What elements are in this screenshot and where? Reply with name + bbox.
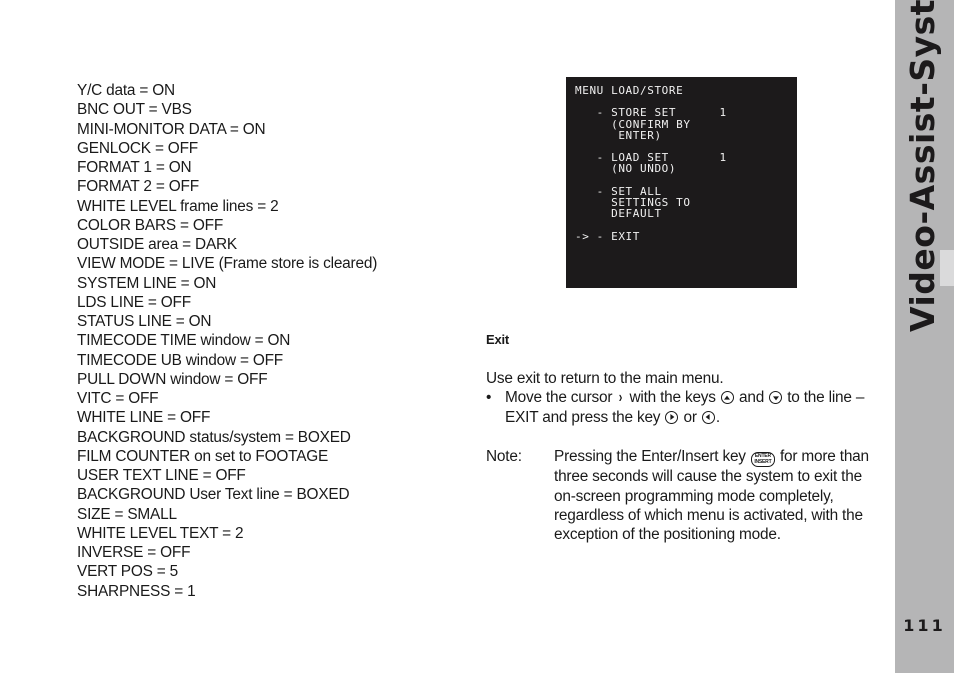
step-text-2: with the keys bbox=[629, 389, 716, 407]
settings-list-item: WHITE LEVEL TEXT = 2 bbox=[77, 524, 244, 542]
osd-menu-screen: MENU LOAD/STORE - STORE SET 1 (CONFIRM B… bbox=[566, 77, 797, 288]
settings-list-item: STATUS LINE = ON bbox=[77, 313, 212, 330]
settings-list-item: LDS LINE = OFF bbox=[77, 293, 191, 311]
settings-list-item: WHITE LINE = OFF bbox=[77, 409, 211, 427]
settings-list-item: OUTSIDE area = DARK bbox=[77, 236, 237, 253]
intro-text: Use exit to return to the main menu. bbox=[486, 370, 724, 387]
settings-list-item: SIZE = SMALL bbox=[77, 505, 177, 523]
chapter-title-text: Video-Assist-System bbox=[903, 0, 942, 332]
note-text: Pressing the Enter/Insert key ENTER INSER… bbox=[554, 447, 884, 545]
settings-list-item: MINI-MONITOR DATA = ON bbox=[77, 120, 266, 138]
note-text-1: Pressing the Enter/Insert key bbox=[554, 447, 746, 465]
settings-list-item: SYSTEM LINE = ON bbox=[77, 274, 217, 292]
settings-list-item: FILM COUNTER on set to FOOTAGE bbox=[77, 447, 329, 465]
settings-list-item: TIMECODE UB window = OFF bbox=[77, 351, 284, 369]
step-text-5: or bbox=[683, 408, 697, 426]
settings-list-item: INVERSE = OFF bbox=[77, 544, 191, 561]
settings-list: Y/C data = ON BNC OUT = VBS MINI-MONITOR D… bbox=[77, 81, 377, 601]
exit-description: Use exit to return to the main menu. • M… bbox=[486, 369, 886, 545]
settings-list-item: PULL DOWN window = OFF bbox=[77, 370, 268, 388]
settings-list-item: BACKGROUND status/system = BOXED bbox=[77, 428, 351, 446]
chapter-sidebar: Video-Assist-System 111 bbox=[895, 0, 954, 673]
settings-list-item: COLOR BARS = OFF bbox=[77, 216, 224, 234]
settings-list-item: VERT POS = 5 bbox=[77, 563, 178, 581]
step-bullet: • Move the cursor › with the keys and to… bbox=[486, 388, 886, 427]
note-label: Note: bbox=[486, 447, 522, 465]
step-text: Move the cursor › with the keys and to t… bbox=[505, 388, 886, 427]
settings-list-item: BACKGROUND User Text line = BOXED bbox=[77, 486, 350, 504]
settings-list-item: FORMAT 1 = ON bbox=[77, 159, 192, 176]
bullet-dot: • bbox=[486, 389, 492, 407]
insert-key-label: INSERT bbox=[754, 458, 772, 465]
step-text-1: Move the cursor bbox=[505, 389, 613, 407]
settings-list-item: TIMECODE TIME window = ON bbox=[77, 332, 291, 350]
arrow-right-key-icon bbox=[665, 410, 679, 424]
enter-insert-key-icon: ENTER INSERT bbox=[750, 452, 775, 468]
settings-list-item: VIEW MODE = LIVE (Frame store is cleared… bbox=[77, 255, 378, 273]
osd-menu-text: MENU LOAD/STORE - STORE SET 1 (CONFIRM B… bbox=[575, 84, 727, 243]
settings-list-item: VITC = OFF bbox=[77, 390, 159, 407]
settings-list-item: BNC OUT = VBS bbox=[77, 101, 192, 119]
arrow-up-key-icon bbox=[720, 391, 734, 405]
settings-list-item: Y/C data = ON bbox=[77, 82, 175, 99]
settings-list-item: WHITE LEVEL frame lines = 2 bbox=[77, 197, 279, 215]
note: Note: Pressing the Enter/Insert key ENTE… bbox=[486, 447, 886, 545]
settings-list-item: SHARPNESS = 1 bbox=[77, 582, 196, 600]
step-text-6: . bbox=[715, 408, 720, 426]
cursor-icon: › bbox=[619, 389, 623, 407]
settings-list-item: GENLOCK = OFF bbox=[77, 139, 198, 157]
settings-list-item: FORMAT 2 = OFF bbox=[77, 178, 199, 196]
settings-list-item: USER TEXT LINE = OFF bbox=[77, 467, 246, 484]
arrow-down-key-icon bbox=[769, 391, 783, 405]
step-text-3: and bbox=[738, 389, 765, 407]
page-number: 111 bbox=[903, 616, 946, 635]
arrow-left-key-icon bbox=[701, 410, 715, 424]
section-title: Exit bbox=[486, 332, 510, 347]
